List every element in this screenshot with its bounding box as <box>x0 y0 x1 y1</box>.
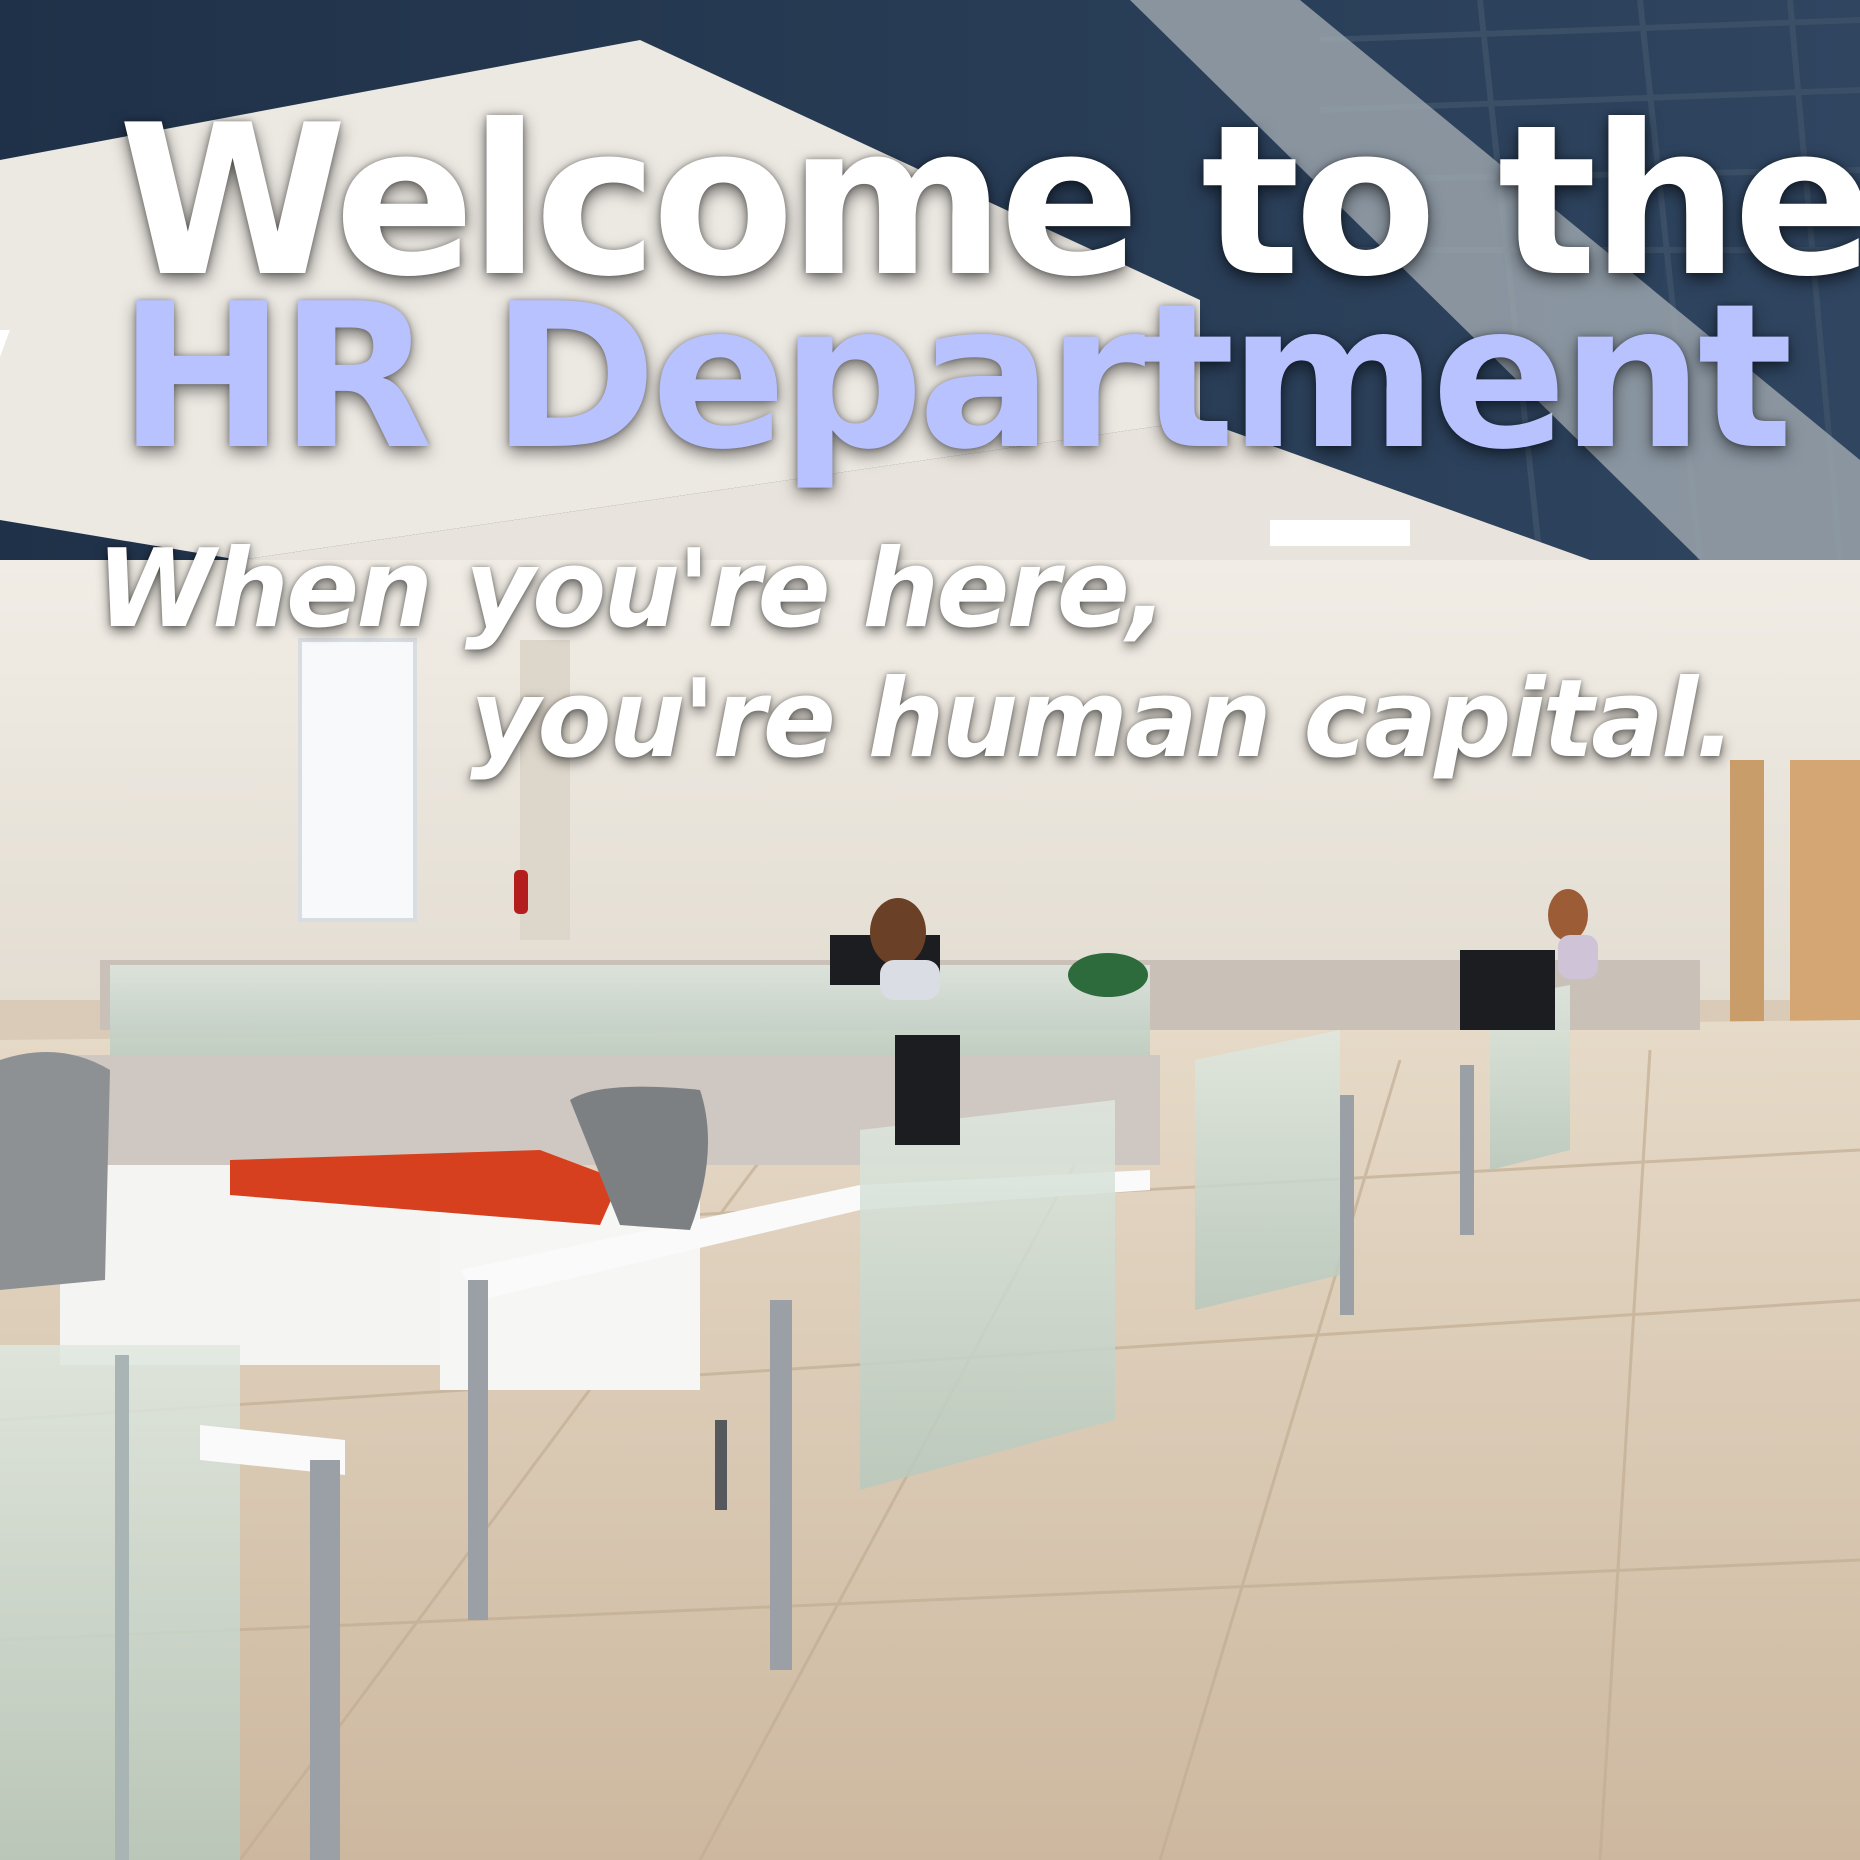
foreground-chair <box>0 1052 110 1290</box>
fire-extinguisher <box>514 870 528 914</box>
desk-leg <box>770 1300 792 1670</box>
monitor-right <box>1460 950 1555 1030</box>
foreground-panel-frame <box>115 1355 129 1860</box>
person-shirt <box>880 960 940 1000</box>
glass-partition-back <box>110 965 1150 1065</box>
desk-leg-right <box>1340 1095 1354 1315</box>
person-shirt-right <box>1558 935 1598 979</box>
tagline-line-2: you're human capital. <box>470 657 1736 782</box>
person-hair <box>870 898 926 966</box>
backpack <box>1068 953 1148 997</box>
chair-post <box>715 1420 727 1510</box>
poster: Welcome to the HR Department When you're… <box>0 0 1860 1860</box>
door-left <box>1730 760 1764 1060</box>
window <box>298 638 417 922</box>
foreground-desk-leg <box>310 1460 340 1860</box>
door-right <box>1790 760 1860 1060</box>
headline-hr-department: HR Department <box>118 261 1793 494</box>
glass-privacy-panel-2 <box>1195 1030 1340 1310</box>
desk-leg <box>468 1280 488 1620</box>
tagline-line-1: When you're here, <box>96 527 1168 652</box>
monitor <box>895 1035 960 1145</box>
desk-leg-right <box>1460 1065 1474 1235</box>
person-hair-right <box>1548 889 1588 941</box>
